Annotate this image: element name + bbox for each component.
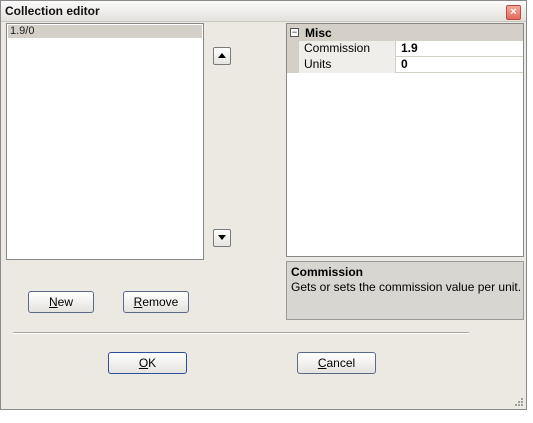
remove-label-rest: emove xyxy=(142,295,179,309)
collection-list[interactable]: 1.9/0 xyxy=(6,23,204,260)
row-gutter xyxy=(287,57,299,73)
help-pane: Commission Gets or sets the commission v… xyxy=(286,261,524,320)
list-item-label: 1.9/0 xyxy=(10,25,35,37)
new-label-rest: ew xyxy=(57,295,73,309)
ok-label-rest: K xyxy=(148,356,157,370)
new-mnemonic: N xyxy=(48,295,58,309)
collection-editor-dialog: Collection editor × 1.9/0 − Misc Commiss… xyxy=(0,0,527,410)
property-grid[interactable]: − Misc Commission 1.9 Units 0 xyxy=(286,23,524,257)
cancel-label-rest: ancel xyxy=(326,356,356,370)
arrow-down-icon xyxy=(218,235,226,240)
property-name: Units xyxy=(299,57,396,73)
collapse-icon[interactable]: − xyxy=(290,28,299,37)
separator xyxy=(13,332,469,334)
category-label: Misc xyxy=(305,26,332,40)
list-item[interactable]: 1.9/0 xyxy=(8,25,202,38)
ok-mnemonic: O xyxy=(138,356,149,370)
property-row-commission[interactable]: Commission 1.9 xyxy=(287,41,523,57)
cancel-button[interactable]: Cancel xyxy=(297,352,376,374)
help-description: Gets or sets the commission value per un… xyxy=(291,280,522,294)
move-down-button[interactable] xyxy=(213,229,231,247)
resize-grip-icon[interactable] xyxy=(513,396,523,406)
remove-button[interactable]: Remove xyxy=(123,291,189,313)
new-button[interactable]: New xyxy=(28,291,94,313)
ok-button[interactable]: OK xyxy=(108,352,187,374)
row-gutter xyxy=(287,41,299,57)
remove-mnemonic: R xyxy=(133,295,143,309)
property-name: Commission xyxy=(299,41,396,57)
property-row-units[interactable]: Units 0 xyxy=(287,57,523,73)
arrow-up-icon xyxy=(218,53,226,58)
property-value[interactable]: 0 xyxy=(397,57,523,73)
property-value[interactable]: 1.9 xyxy=(397,41,523,57)
close-glyph: × xyxy=(510,6,517,18)
help-title: Commission xyxy=(291,265,364,279)
category-row-misc[interactable]: − Misc xyxy=(287,24,523,41)
title-bar[interactable]: Collection editor × xyxy=(1,1,526,22)
move-up-button[interactable] xyxy=(213,47,231,65)
window-title: Collection editor xyxy=(5,4,100,18)
close-icon[interactable]: × xyxy=(506,5,521,20)
